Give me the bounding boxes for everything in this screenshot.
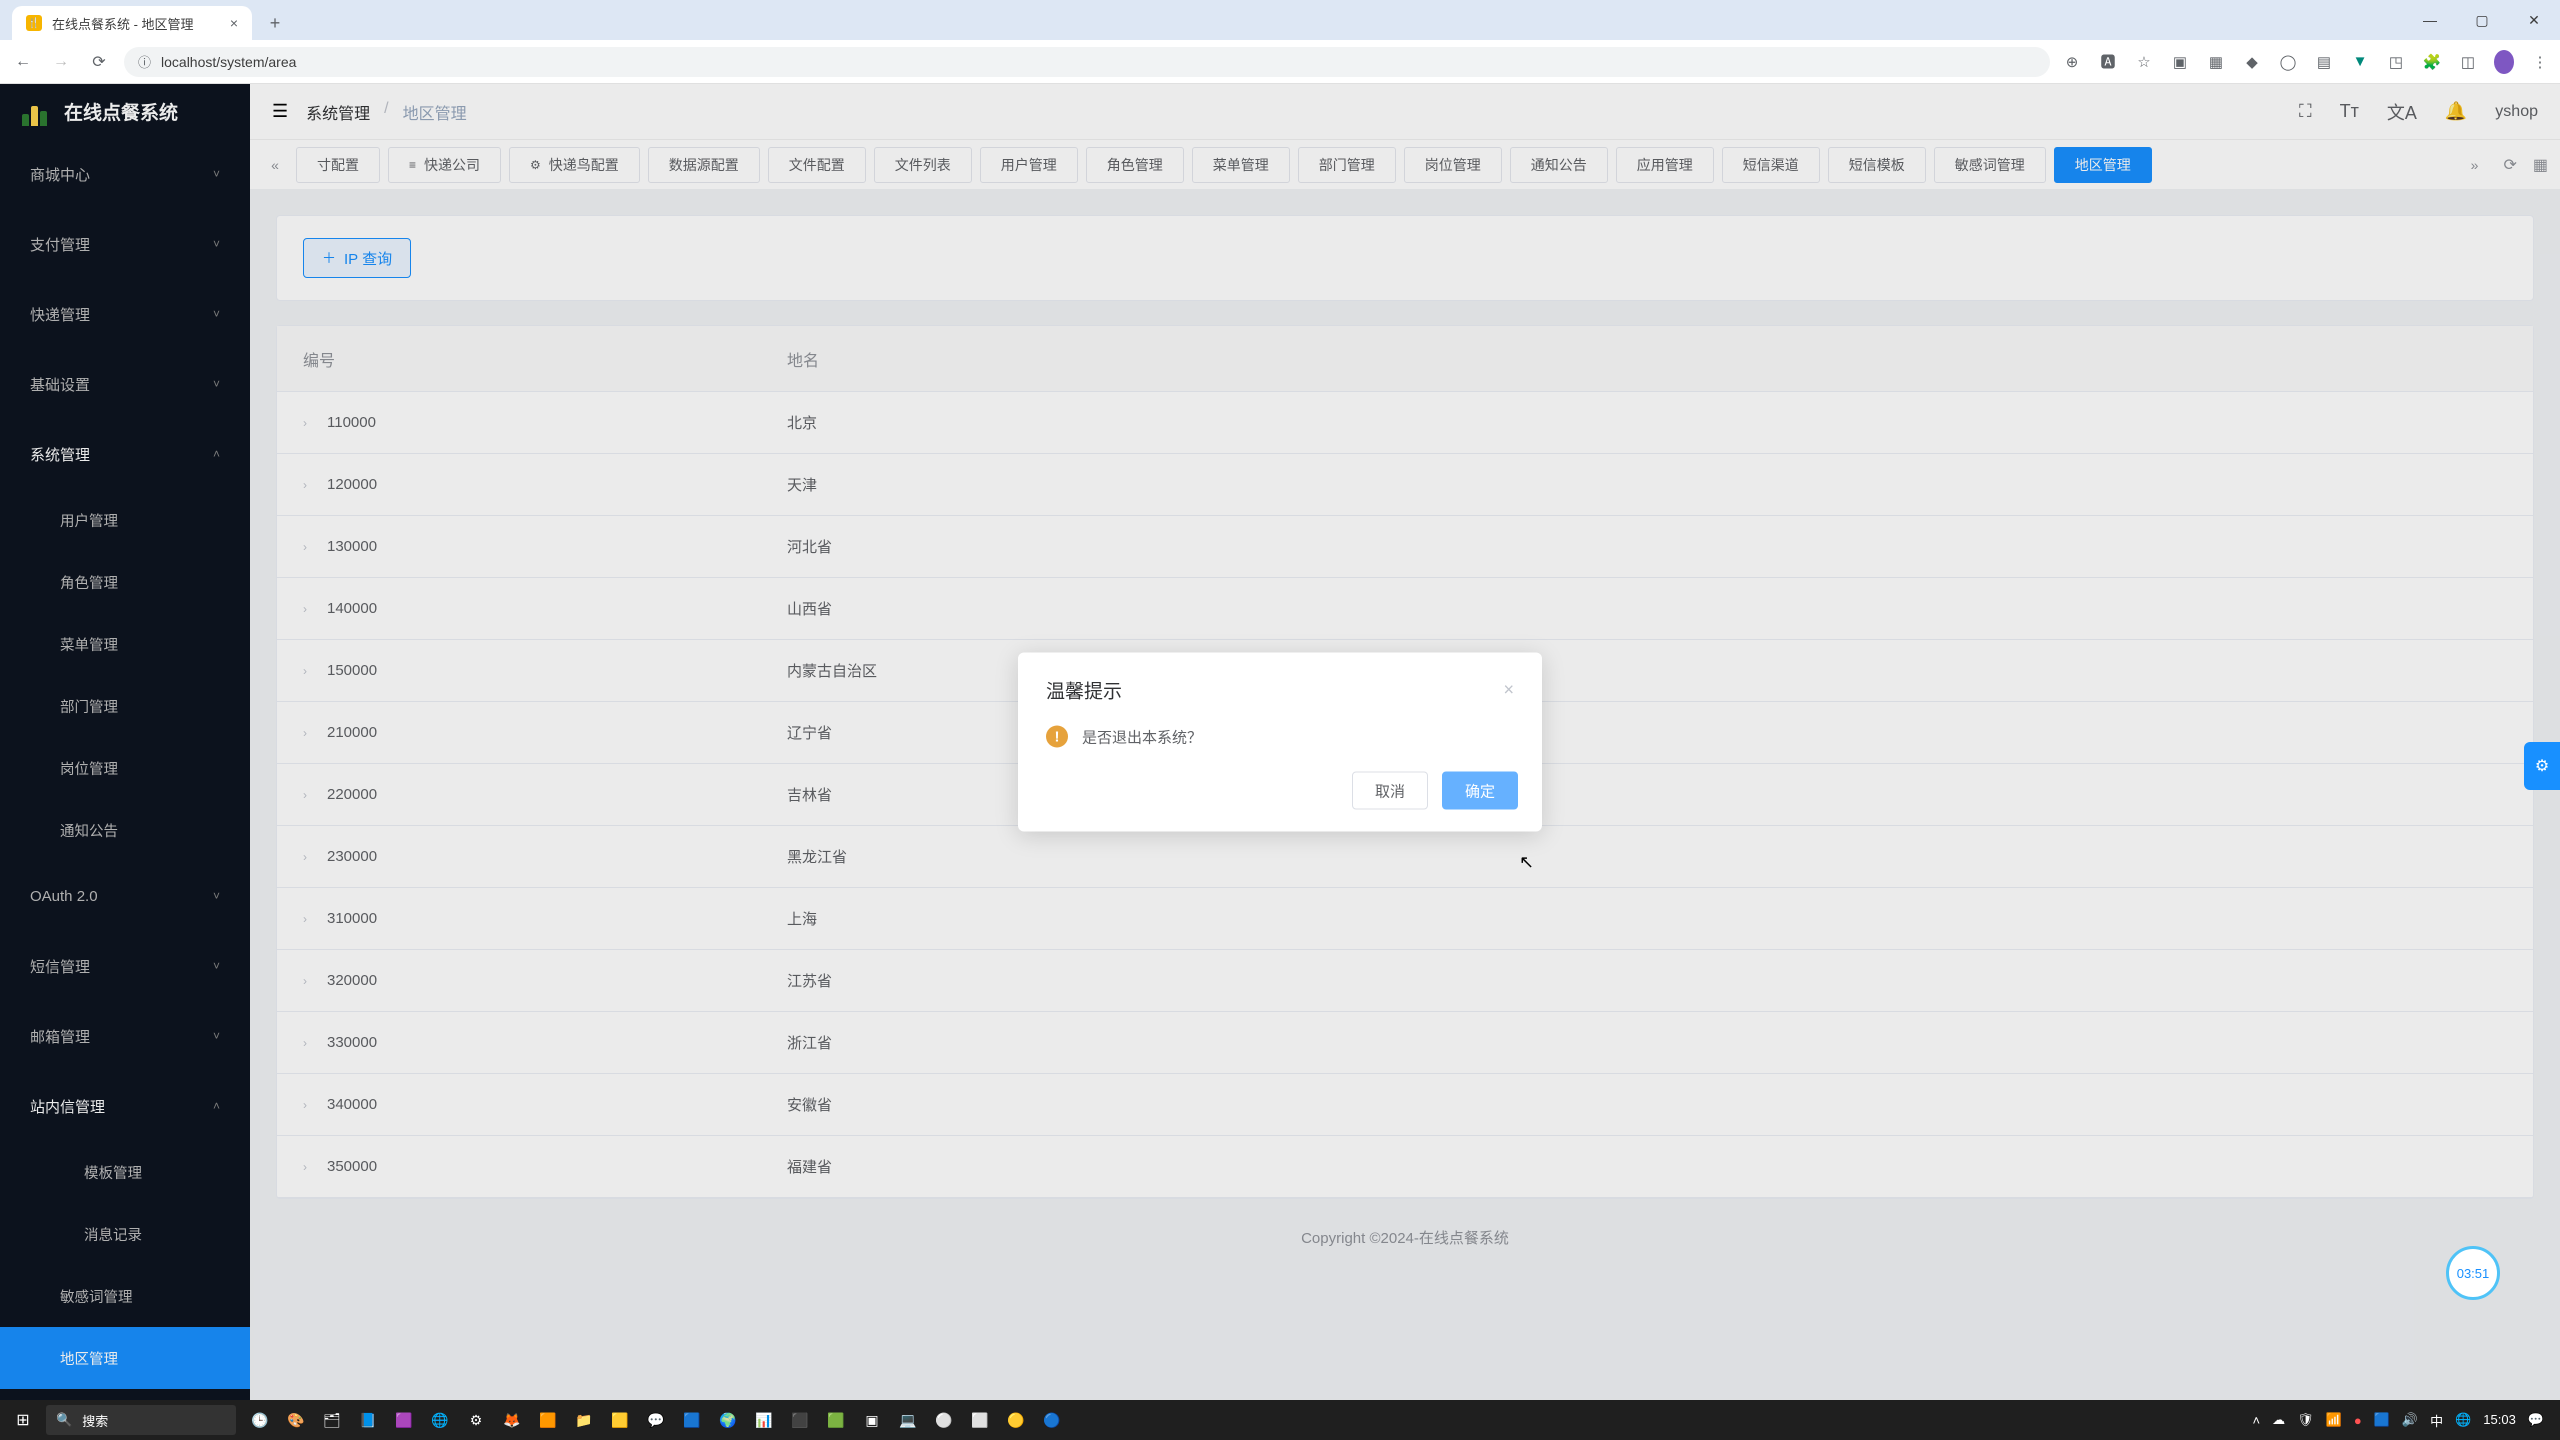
taskbar-search[interactable]: 🔍 搜索 bbox=[46, 1405, 236, 1435]
taskbar-app-icon[interactable]: 🕒 bbox=[246, 1406, 274, 1434]
taskbar-app-icon[interactable]: ⬜ bbox=[966, 1406, 994, 1434]
tray-icon[interactable]: 📶 bbox=[2326, 1412, 2342, 1428]
browser-address-bar: ← → ⟳ ⓘ localhost/system/area ⊕ 🅰 ☆ ▣ ▦ … bbox=[0, 40, 2560, 84]
tray-ime[interactable]: 中 bbox=[2430, 1411, 2443, 1430]
taskbar-app-icon[interactable]: ⬛ bbox=[786, 1406, 814, 1434]
taskbar-app-icon[interactable]: 📘 bbox=[354, 1406, 382, 1434]
tray-icon[interactable]: 🌐 bbox=[2455, 1412, 2471, 1428]
taskbar-pinned: 🕒 🎨 🗂 📘 🟪 🌐 ⚙ 🦊 🟧 📁 🟨 💬 🟦 🌍 📊 ⬛ 🟩 ▣ 💻 ⚪ … bbox=[246, 1406, 1066, 1434]
bookmark-icon[interactable]: ☆ bbox=[2134, 53, 2154, 71]
ext-icon[interactable]: ▣ bbox=[2170, 53, 2190, 71]
tray-icon[interactable]: ☁ bbox=[2272, 1412, 2285, 1428]
dialog-close-icon[interactable]: × bbox=[1503, 680, 1514, 701]
taskbar-app-icon[interactable]: 🟦 bbox=[678, 1406, 706, 1434]
taskbar-app-icon[interactable]: 🔵 bbox=[1038, 1406, 1066, 1434]
start-button[interactable]: ⊞ bbox=[0, 1410, 46, 1430]
side-panel-icon[interactable]: ◫ bbox=[2458, 53, 2478, 71]
dialog-title: 温馨提示 bbox=[1046, 677, 1122, 704]
confirm-dialog: 温馨提示 × ! 是否退出本系统？ 取消 确定 bbox=[1018, 653, 1542, 832]
taskbar-search-placeholder: 搜索 bbox=[82, 1411, 108, 1430]
chrome-menu-icon[interactable]: ⋮ bbox=[2530, 53, 2550, 71]
taskbar-app-icon[interactable]: ⚪ bbox=[930, 1406, 958, 1434]
taskbar-app-icon[interactable]: 🗂 bbox=[318, 1406, 346, 1434]
ext-icon[interactable]: ◆ bbox=[2242, 53, 2262, 71]
forward-icon[interactable]: → bbox=[48, 53, 74, 71]
ext-icon[interactable]: ◳ bbox=[2386, 53, 2406, 71]
site-info-icon[interactable]: ⓘ bbox=[138, 52, 151, 71]
system-tray: ˄ ☁ 🛡 📶 ● 🟦 🔊 中 🌐 15:03 💬 bbox=[2253, 1411, 2560, 1430]
taskbar-app-icon[interactable]: 🟡 bbox=[1002, 1406, 1030, 1434]
taskbar-app-icon[interactable]: 💬 bbox=[642, 1406, 670, 1434]
ext-icon[interactable]: ▦ bbox=[2206, 53, 2226, 71]
ext-icon[interactable]: ◯ bbox=[2278, 53, 2298, 71]
windows-taskbar: ⊞ 🔍 搜索 🕒 🎨 🗂 📘 🟪 🌐 ⚙ 🦊 🟧 📁 🟨 💬 🟦 🌍 📊 ⬛ 🟩… bbox=[0, 1400, 2560, 1440]
confirm-button[interactable]: 确定 bbox=[1442, 772, 1518, 810]
ext-icon[interactable]: ⊕ bbox=[2062, 53, 2082, 71]
ext-icon[interactable]: ▤ bbox=[2314, 53, 2334, 71]
taskbar-app-icon[interactable]: 🎨 bbox=[282, 1406, 310, 1434]
taskbar-app-icon[interactable]: 🟩 bbox=[822, 1406, 850, 1434]
address-field[interactable]: ⓘ localhost/system/area bbox=[124, 47, 2050, 77]
extensions-icon[interactable]: 🧩 bbox=[2422, 53, 2442, 71]
translate-icon[interactable]: 🅰 bbox=[2098, 51, 2118, 72]
taskbar-clock[interactable]: 15:03 bbox=[2483, 1413, 2516, 1427]
dialog-body: 是否退出本系统？ bbox=[1082, 726, 1202, 747]
taskbar-app-icon[interactable]: ⚙ bbox=[462, 1406, 490, 1434]
browser-tab[interactable]: 🍴 在线点餐系统 - 地区管理 × bbox=[12, 6, 252, 40]
taskbar-app-icon[interactable]: 🟨 bbox=[606, 1406, 634, 1434]
close-window-icon[interactable]: ✕ bbox=[2508, 0, 2560, 40]
theme-settings-button[interactable]: ⚙ bbox=[2524, 742, 2560, 790]
taskbar-app-icon[interactable]: 🟪 bbox=[390, 1406, 418, 1434]
taskbar-app-icon[interactable]: 📁 bbox=[570, 1406, 598, 1434]
taskbar-app-icon[interactable]: 💻 bbox=[894, 1406, 922, 1434]
tab-title: 在线点餐系统 - 地区管理 bbox=[52, 14, 194, 33]
maximize-icon[interactable]: ▢ bbox=[2456, 0, 2508, 40]
tray-icon[interactable]: ● bbox=[2354, 1413, 2362, 1428]
close-tab-icon[interactable]: × bbox=[230, 15, 238, 31]
taskbar-app-icon[interactable]: 📊 bbox=[750, 1406, 778, 1434]
profile-avatar[interactable] bbox=[2494, 50, 2514, 74]
browser-tab-strip: 🍴 在线点餐系统 - 地区管理 × + — ▢ ✕ bbox=[0, 0, 2560, 40]
notification-center-icon[interactable]: 💬 bbox=[2528, 1412, 2544, 1428]
browser-extension-icons: ⊕ 🅰 ☆ ▣ ▦ ◆ ◯ ▤ ▼ ◳ 🧩 ◫ ⋮ bbox=[2062, 50, 2550, 74]
taskbar-app-icon[interactable]: ▣ bbox=[858, 1406, 886, 1434]
taskbar-app-icon[interactable]: 🟧 bbox=[534, 1406, 562, 1434]
window-controls: — ▢ ✕ bbox=[2404, 0, 2560, 40]
tray-icon[interactable]: 🔊 bbox=[2402, 1412, 2418, 1428]
tab-favicon: 🍴 bbox=[26, 15, 42, 31]
new-tab-button[interactable]: + bbox=[260, 8, 290, 38]
url-text: localhost/system/area bbox=[161, 54, 296, 70]
warning-icon: ! bbox=[1046, 726, 1068, 748]
tray-chevron-icon[interactable]: ˄ bbox=[2253, 1413, 2261, 1428]
taskbar-app-icon[interactable]: 🌍 bbox=[714, 1406, 742, 1434]
search-icon: 🔍 bbox=[56, 1412, 72, 1428]
taskbar-app-icon[interactable]: 🌐 bbox=[426, 1406, 454, 1434]
cancel-button[interactable]: 取消 bbox=[1352, 772, 1428, 810]
minimize-icon[interactable]: — bbox=[2404, 0, 2456, 40]
ext-icon[interactable]: ▼ bbox=[2350, 53, 2370, 70]
tray-icon[interactable]: 🛡 bbox=[2297, 1412, 2314, 1428]
tray-icon[interactable]: 🟦 bbox=[2374, 1412, 2390, 1428]
reload-icon[interactable]: ⟳ bbox=[86, 52, 112, 72]
back-icon[interactable]: ← bbox=[10, 53, 36, 71]
recording-timer[interactable]: 03:51 bbox=[2446, 1246, 2500, 1300]
taskbar-app-icon[interactable]: 🦊 bbox=[498, 1406, 526, 1434]
